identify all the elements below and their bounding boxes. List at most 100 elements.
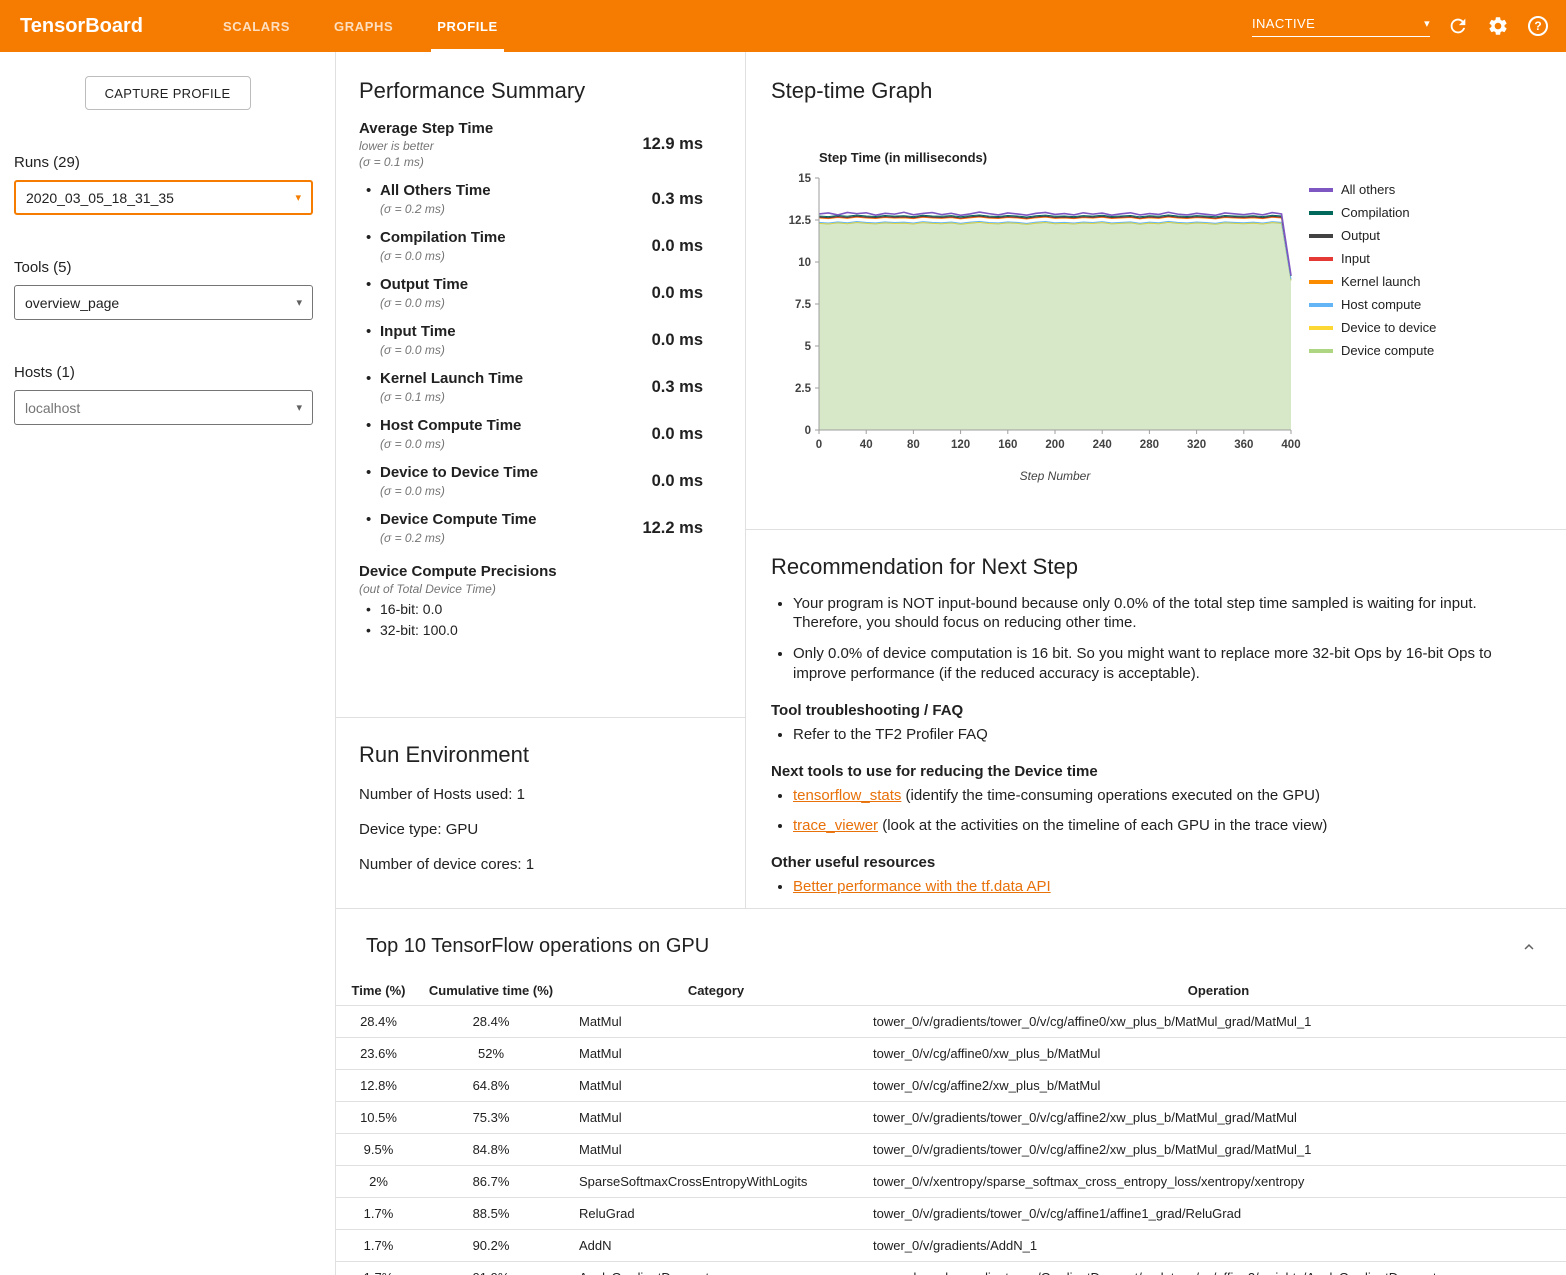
svg-text:360: 360	[1234, 439, 1253, 451]
performance-breakdown-list: •All Others Time(σ = 0.2 ms)0.3 ms•Compi…	[359, 182, 703, 545]
run-environment-section: Run Environment Number of Hosts used: 1D…	[336, 718, 745, 908]
svg-text:280: 280	[1140, 439, 1159, 451]
tools-dropdown-value: overview_page	[25, 295, 119, 311]
next-tool-item: tensorflow_stats (identify the time-cons…	[793, 786, 1520, 806]
next-tools-heading: Next tools to use for reducing the Devic…	[771, 763, 1520, 780]
legend-item: Output	[1309, 228, 1436, 243]
recommendation-title: Recommendation for Next Step	[771, 554, 1520, 580]
faq-bullet: Refer to the TF2 Profiler FAQ	[793, 725, 1520, 745]
time-cell: 12.8%	[336, 1070, 421, 1102]
legend-item: All others	[1309, 182, 1436, 197]
average-step-time-label: Average Step Time	[359, 120, 493, 137]
svg-text:0: 0	[816, 439, 822, 451]
tab-graphs[interactable]: GRAPHS	[312, 0, 415, 52]
svg-text:12.5: 12.5	[789, 215, 812, 227]
svg-text:160: 160	[998, 439, 1017, 451]
svg-text:80: 80	[907, 439, 920, 451]
recommendation-bullets: Your program is NOT input-bound because …	[771, 594, 1520, 684]
table-row: 28.4%28.4%MatMultower_0/v/gradients/towe…	[336, 1006, 1566, 1038]
help-icon[interactable]: ?	[1526, 14, 1550, 38]
column-header: Cumulative time (%)	[421, 976, 561, 1006]
step-time-chart-wrap: Step Time (in milliseconds)02.557.51012.…	[771, 148, 1566, 488]
time-cell: 2%	[336, 1166, 421, 1198]
svg-text:Step Number: Step Number	[1020, 469, 1092, 483]
runs-dropdown[interactable]: 2020_03_05_18_31_35 ▾	[14, 180, 313, 215]
time-cell: 1.7%	[336, 1230, 421, 1262]
settings-gear-icon[interactable]	[1486, 14, 1510, 38]
bullet-icon: •	[366, 464, 380, 498]
legend-swatch	[1309, 234, 1333, 238]
hosts-dropdown[interactable]: localhost ▾	[14, 390, 313, 425]
runs-dropdown-value: 2020_03_05_18_31_35	[26, 190, 174, 206]
top-ops-header-row: Time (%)Cumulative time (%)CategoryOpera…	[336, 976, 1566, 1006]
average-step-time-sigma: (σ = 0.1 ms)	[359, 155, 493, 169]
collapse-chevron-up-icon[interactable]	[1520, 938, 1538, 956]
operation-cell: tower_0/v/gradients/AddN_1	[871, 1230, 1566, 1262]
operation-cell: append_apply_gradient_ops/GradientDescen…	[871, 1262, 1566, 1275]
category-cell: ApplyGradientDescent	[561, 1262, 871, 1275]
table-row: 1.7%90.2%AddNtower_0/v/gradients/AddN_1	[336, 1230, 1566, 1262]
legend-item: Input	[1309, 251, 1436, 266]
column-header: Time (%)	[336, 976, 421, 1006]
status-dropdown[interactable]: INACTIVE ▾	[1252, 16, 1430, 37]
tab-scalars[interactable]: SCALARS	[201, 0, 312, 52]
svg-text:120: 120	[951, 439, 970, 451]
legend-swatch	[1309, 303, 1333, 307]
refresh-icon[interactable]	[1446, 14, 1470, 38]
faq-heading: Tool troubleshooting / FAQ	[771, 702, 1520, 719]
hosts-dropdown-value: localhost	[25, 400, 80, 416]
chart-legend: All othersCompilationOutputInputKernel l…	[1309, 182, 1436, 488]
svg-text:400: 400	[1281, 439, 1300, 451]
legend-item: Compilation	[1309, 205, 1436, 220]
legend-swatch	[1309, 188, 1333, 192]
perf-entry: •All Others Time(σ = 0.2 ms)0.3 ms	[359, 182, 703, 216]
header-controls: INACTIVE ▾ ?	[1252, 14, 1550, 38]
cumulative-cell: 84.8%	[421, 1134, 561, 1166]
average-step-time-value: 12.9 ms	[642, 135, 703, 154]
tensorflow_stats-link[interactable]: tensorflow_stats	[793, 787, 901, 804]
operation-cell: tower_0/v/gradients/tower_0/v/cg/affine2…	[871, 1134, 1566, 1166]
status-dropdown-value: INACTIVE	[1252, 16, 1315, 31]
operation-cell: tower_0/v/cg/affine2/xw_plus_b/MatMul	[871, 1070, 1566, 1102]
hosts-label: Hosts (1)	[14, 364, 335, 381]
run-env-line: Number of Hosts used: 1	[359, 786, 722, 803]
app-header: TensorBoard SCALARSGRAPHSPROFILE INACTIV…	[0, 0, 1566, 52]
step-time-graph-title: Step-time Graph	[771, 78, 1566, 104]
precisions-note: (out of Total Device Time)	[359, 582, 703, 596]
capture-profile-button[interactable]: CAPTURE PROFILE	[85, 76, 251, 110]
chevron-down-icon: ▾	[296, 401, 302, 414]
step-time-chart: Step Time (in milliseconds)02.557.51012.…	[771, 148, 1301, 488]
tensorboard-app: TensorBoard SCALARSGRAPHSPROFILE INACTIV…	[0, 0, 1566, 1275]
svg-text:320: 320	[1187, 439, 1206, 451]
operation-cell: tower_0/v/gradients/tower_0/v/cg/affine1…	[871, 1198, 1566, 1230]
perf-entry: •Host Compute Time(σ = 0.0 ms)0.0 ms	[359, 417, 703, 451]
perf-entry: •Device Compute Time(σ = 0.2 ms)12.2 ms	[359, 511, 703, 545]
column-header: Operation	[871, 976, 1566, 1006]
svg-text:240: 240	[1093, 439, 1112, 451]
run-environment-title: Run Environment	[359, 742, 722, 768]
svg-text:40: 40	[860, 439, 873, 451]
category-cell: MatMul	[561, 1102, 871, 1134]
svg-text:200: 200	[1045, 439, 1064, 451]
legend-swatch	[1309, 211, 1333, 215]
precisions-label: Device Compute Precisions	[359, 563, 703, 580]
category-cell: ReluGrad	[561, 1198, 871, 1230]
category-cell: AddN	[561, 1230, 871, 1262]
trace_viewer-link[interactable]: trace_viewer	[793, 817, 878, 834]
time-cell: 23.6%	[336, 1038, 421, 1070]
tab-profile[interactable]: PROFILE	[415, 0, 520, 52]
performance-summary-title: Performance Summary	[359, 78, 703, 104]
cumulative-cell: 28.4%	[421, 1006, 561, 1038]
svg-text:15: 15	[798, 173, 811, 185]
table-row: 12.8%64.8%MatMultower_0/v/cg/affine2/xw_…	[336, 1070, 1566, 1102]
svg-text:2.5: 2.5	[795, 383, 812, 395]
svg-text:Step Time (in milliseconds): Step Time (in milliseconds)	[819, 150, 987, 165]
tools-dropdown[interactable]: overview_page ▾	[14, 285, 313, 320]
tfdata-performance-link[interactable]: Better performance with the tf.data API	[793, 878, 1051, 895]
performance-summary-section: Performance Summary Average Step Time lo…	[336, 52, 745, 718]
table-row: 10.5%75.3%MatMultower_0/v/gradients/towe…	[336, 1102, 1566, 1134]
cumulative-cell: 75.3%	[421, 1102, 561, 1134]
next-tools-list: tensorflow_stats (identify the time-cons…	[771, 786, 1520, 837]
bullet-icon: •	[366, 417, 380, 451]
precision-item: •32-bit: 100.0	[366, 622, 703, 638]
